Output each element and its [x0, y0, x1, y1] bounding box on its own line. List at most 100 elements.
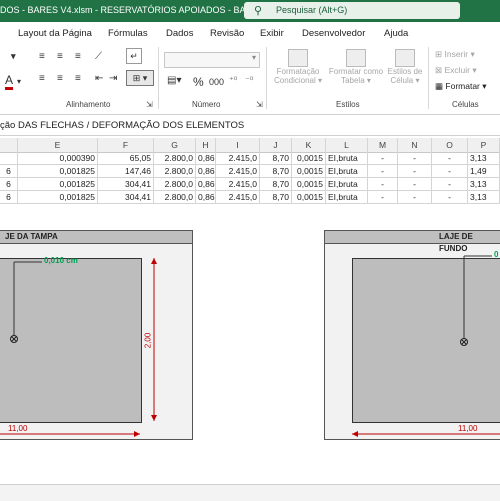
table-cell[interactable]: 304,41 [98, 191, 154, 203]
table-cell[interactable]: - [368, 191, 398, 203]
table-cell[interactable]: 2.415,0 [216, 178, 260, 190]
table-cell[interactable]: - [398, 165, 432, 177]
column-header-i[interactable]: I [216, 138, 260, 152]
column-header-partial[interactable] [0, 138, 18, 152]
percent-style-button[interactable]: % [192, 74, 205, 90]
number-dialog-launcher-icon[interactable]: ⇲ [256, 100, 263, 109]
table-cell[interactable]: 8,70 [260, 178, 292, 190]
column-header-g[interactable]: G [154, 138, 196, 152]
table-cell[interactable]: 0,86 [196, 191, 216, 203]
table-cell[interactable]: - [398, 178, 432, 190]
table-cell[interactable]: - [368, 178, 398, 190]
comma-style-button[interactable]: 000 [208, 76, 225, 88]
font-color-dropdown-icon[interactable]: ▾ [16, 76, 22, 87]
table-cell[interactable]: 6 [0, 178, 18, 190]
wrap-text-icon[interactable]: ↵ [126, 48, 142, 64]
align-top-icon[interactable]: ≡ [38, 50, 46, 63]
table-cell[interactable]: 6 [0, 165, 18, 177]
table-cell[interactable]: 0,86 [196, 165, 216, 177]
tab-developer[interactable]: Desenvolvedor [302, 28, 365, 39]
table-cell[interactable]: - [432, 152, 468, 164]
column-header-p[interactable]: P [468, 138, 500, 152]
table-cell[interactable]: EI,bruta [326, 178, 368, 190]
decrease-decimal-icon[interactable]: ⁻⁰ [244, 74, 254, 87]
table-cell[interactable]: 0,0015 [292, 165, 326, 177]
column-header-o[interactable]: O [432, 138, 468, 152]
number-format-select[interactable]: ▾ [164, 52, 260, 68]
column-header-j[interactable]: J [260, 138, 292, 152]
table-cell[interactable]: 0,001825 [18, 165, 98, 177]
formula-bar[interactable]: ção DAS FLECHAS / DEFORMAÇÃO DOS ELEMENT… [0, 117, 500, 136]
table-cell[interactable]: 2.415,0 [216, 191, 260, 203]
table-cell[interactable]: 2.415,0 [216, 152, 260, 164]
table-cell[interactable]: 2.800,0 [154, 152, 196, 164]
font-color-icon[interactable]: A [4, 72, 14, 90]
table-cell[interactable]: - [432, 178, 468, 190]
table-cell[interactable]: 0,000390 [18, 152, 98, 164]
table-cell[interactable]: 0,86 [196, 152, 216, 164]
orientation-icon[interactable]: ⟋ [94, 50, 103, 63]
table-cell[interactable]: 6 [0, 191, 18, 203]
table-cell[interactable]: 0,86 [196, 178, 216, 190]
column-header-e[interactable]: E [18, 138, 98, 152]
increase-decimal-icon[interactable]: ⁺⁰ [228, 74, 238, 87]
table-cell[interactable]: EI,bruta [326, 165, 368, 177]
font-dropdown-fragment[interactable]: ▾ [10, 50, 17, 63]
table-cell[interactable]: 147,46 [98, 165, 154, 177]
merge-center-button[interactable]: ⊞ ▾ [126, 70, 154, 86]
table-cell[interactable]: - [368, 152, 398, 164]
align-right-icon[interactable]: ≡ [74, 72, 82, 85]
table-cell[interactable]: - [432, 191, 468, 203]
table-cell[interactable]: 3,13 [468, 178, 500, 190]
tab-page-layout[interactable]: Layout da Página [18, 28, 92, 39]
accounting-format-icon[interactable]: ▤▾ [166, 74, 182, 87]
table-cell[interactable]: EI,bruta [326, 191, 368, 203]
format-cells-button[interactable]: ▦ Formatar ▾ [434, 80, 488, 93]
tab-review[interactable]: Revisão [210, 28, 244, 39]
alignment-dialog-launcher-icon[interactable]: ⇲ [146, 100, 153, 109]
table-cell[interactable]: 0,0015 [292, 178, 326, 190]
column-header-h[interactable]: H [196, 138, 216, 152]
table-cell[interactable]: - [432, 165, 468, 177]
column-header-l[interactable]: L [326, 138, 368, 152]
format-as-table-button[interactable]: Formatar como Tabela ▾ [326, 48, 386, 86]
search-box[interactable]: ⚲ Pesquisar (Alt+G) [244, 2, 460, 19]
tab-view[interactable]: Exibir [260, 28, 284, 39]
table-cell[interactable]: 2.415,0 [216, 165, 260, 177]
table-cell[interactable]: 2.800,0 [154, 191, 196, 203]
column-header-n[interactable]: N [398, 138, 432, 152]
tab-data[interactable]: Dados [166, 28, 193, 39]
table-cell[interactable]: 8,70 [260, 152, 292, 164]
align-bottom-icon[interactable]: ≡ [74, 50, 82, 63]
tab-formulas[interactable]: Fórmulas [108, 28, 148, 39]
conditional-formatting-button[interactable]: Formatação Condicional ▾ [272, 48, 324, 86]
column-header-k[interactable]: K [292, 138, 326, 152]
table-cell[interactable]: 0,001825 [18, 178, 98, 190]
column-header-m[interactable]: M [368, 138, 398, 152]
table-cell[interactable]: - [398, 191, 432, 203]
table-cell[interactable]: 3,13 [468, 152, 500, 164]
table-cell[interactable]: 1,49 [468, 165, 500, 177]
table-cell[interactable]: 8,70 [260, 191, 292, 203]
table-cell[interactable]: 304,41 [98, 178, 154, 190]
insert-cells-button[interactable]: ⊞ Inserir ▾ [434, 48, 476, 61]
table-cell[interactable]: 2.800,0 [154, 178, 196, 190]
increase-indent-icon[interactable]: ⇥ [108, 72, 118, 85]
table-cell[interactable]: 8,70 [260, 165, 292, 177]
table-cell[interactable]: EI,bruta [326, 152, 368, 164]
tab-help[interactable]: Ajuda [384, 28, 408, 39]
decrease-indent-icon[interactable]: ⇤ [94, 72, 104, 85]
delete-cells-button[interactable]: ⊠ Excluir ▾ [434, 64, 478, 77]
align-left-icon[interactable]: ≡ [38, 72, 46, 85]
align-center-icon[interactable]: ≡ [56, 72, 64, 85]
table-cell[interactable]: 3,13 [468, 191, 500, 203]
table-cell[interactable]: - [398, 152, 432, 164]
align-middle-icon[interactable]: ≡ [56, 50, 64, 63]
table-cell[interactable]: 0,001825 [18, 191, 98, 203]
cell-styles-button[interactable]: Estilos de Célula ▾ [386, 48, 424, 86]
table-cell[interactable]: 0,0015 [292, 152, 326, 164]
table-cell[interactable]: 65,05 [98, 152, 154, 164]
table-cell[interactable]: 0,0015 [292, 191, 326, 203]
table-cell[interactable]: - [368, 165, 398, 177]
column-header-f[interactable]: F [98, 138, 154, 152]
